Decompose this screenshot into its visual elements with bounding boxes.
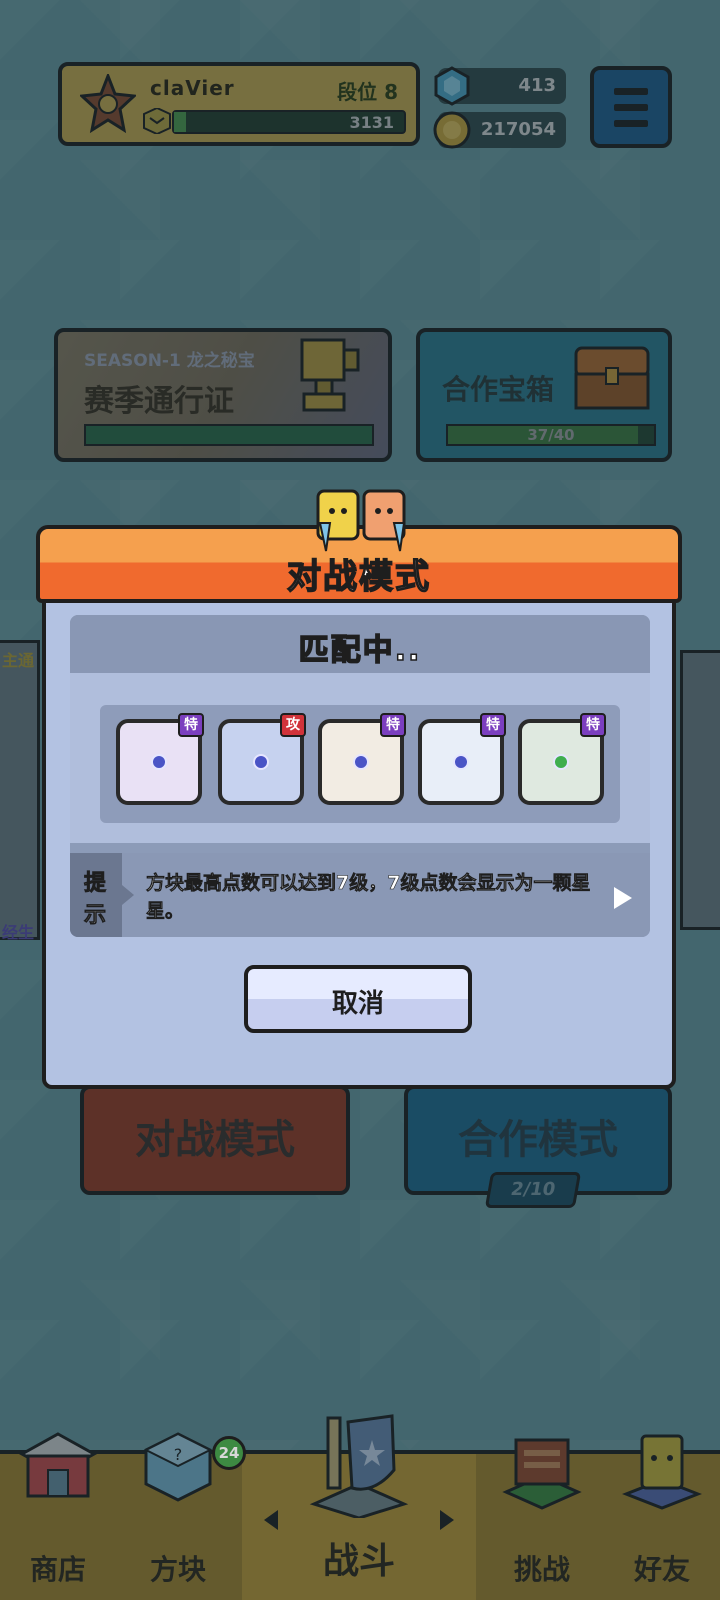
deck-die-1: 特	[116, 713, 204, 805]
tip-label-char-1: 提	[84, 871, 107, 897]
die-tag-special: 特	[178, 713, 204, 737]
match-status: 匹配中..	[298, 632, 422, 669]
tip-text: 方块最高点数可以达到7级，7级点数会显示为一颗星星。	[146, 872, 591, 923]
deck-die-2: 攻	[218, 713, 306, 805]
die-tag-special: 特	[380, 713, 406, 737]
match-status-header: 匹配中..	[70, 615, 650, 673]
deck-die-5: 特	[518, 713, 606, 805]
deck-die-4: 特	[418, 713, 506, 805]
dialog-body: 匹配中.. 特 攻 特 特 特 提 示 方块最高点数可以达到7级，7级点数会显示…	[42, 591, 676, 1089]
battle-match-dialog: 对战模式 匹配中.. 特 攻 特 特 特 提 示 方块最高点数可以达到7级，7级…	[36, 489, 682, 1090]
die-tag-attack: 攻	[280, 713, 306, 737]
deck-area: 特 攻 特 特 特	[70, 673, 650, 843]
die-tag-special: 特	[580, 713, 606, 737]
tip-label-char-2: 示	[84, 903, 107, 929]
deck-die-3: 特	[318, 713, 406, 805]
cancel-label: 取消	[331, 989, 384, 1019]
dice-characters-icon	[316, 489, 406, 552]
match-panel: 匹配中.. 特 攻 特 特 特 提 示 方块最高点数可以达到7级，7级点数会显示…	[70, 615, 650, 937]
dialog-title: 对战模式	[286, 556, 431, 598]
dice-notification-badge: 24	[212, 1436, 246, 1470]
next-tip-icon[interactable]	[614, 887, 632, 909]
die-tag-special: 特	[480, 713, 506, 737]
deck-dice-row: 特 攻 特 特 特	[100, 705, 620, 823]
cancel-button[interactable]: 取消	[244, 965, 472, 1033]
tip-box: 提 示 方块最高点数可以达到7级，7级点数会显示为一颗星星。	[70, 853, 650, 937]
tip-label: 提 示	[70, 853, 122, 937]
